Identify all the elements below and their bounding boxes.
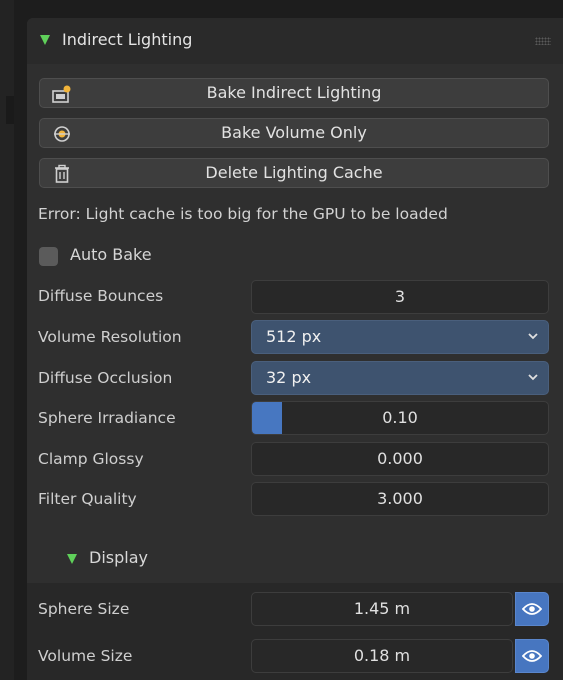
delete-cache-label: Delete Lighting Cache bbox=[205, 163, 383, 182]
clamp-glossy-value: 0.000 bbox=[377, 449, 423, 468]
display-title: Display bbox=[89, 548, 148, 567]
drag-handle-icon[interactable] bbox=[535, 37, 551, 45]
diffuse-occlusion-value: 32 px bbox=[266, 368, 312, 387]
bake-volume-only-button[interactable]: Bake Volume Only bbox=[39, 118, 549, 148]
diffuse-occlusion-label: Diffuse Occlusion bbox=[38, 369, 173, 387]
bake-indirect-lighting-button[interactable]: Bake Indirect Lighting bbox=[39, 78, 549, 108]
volume-size-field[interactable]: 0.18 m bbox=[251, 639, 513, 673]
bake-volume-label: Bake Volume Only bbox=[221, 123, 367, 142]
left-edge-strip bbox=[0, 0, 14, 680]
volume-size-visibility-toggle[interactable] bbox=[515, 639, 549, 673]
eye-icon bbox=[522, 603, 542, 615]
panel-header[interactable]: Indirect Lighting bbox=[27, 18, 563, 64]
volume-resolution-select[interactable]: 512 px bbox=[251, 320, 549, 354]
sphere-irradiance-slider[interactable]: 0.10 bbox=[251, 401, 549, 435]
diffuse-bounces-value: 3 bbox=[394, 287, 406, 306]
trash-icon bbox=[55, 164, 69, 183]
triangle-down-icon[interactable] bbox=[39, 34, 51, 46]
bake-light-icon bbox=[52, 85, 71, 103]
sphere-size-value: 1.45 m bbox=[353, 599, 411, 618]
sphere-irradiance-label: Sphere Irradiance bbox=[38, 409, 176, 427]
auto-bake-checkbox[interactable] bbox=[39, 247, 58, 266]
sphere-irradiance-value: 0.10 bbox=[382, 408, 418, 427]
clamp-glossy-label: Clamp Glossy bbox=[38, 450, 144, 468]
clamp-glossy-field[interactable]: 0.000 bbox=[251, 442, 549, 476]
diffuse-occlusion-select[interactable]: 32 px bbox=[251, 361, 549, 395]
display-subpanel-header[interactable]: Display bbox=[27, 533, 563, 583]
eye-icon bbox=[522, 650, 542, 662]
sphere-size-label: Sphere Size bbox=[38, 600, 130, 618]
diffuse-bounces-field[interactable]: 3 bbox=[251, 280, 549, 314]
filter-quality-field[interactable]: 3.000 bbox=[251, 482, 549, 516]
chevron-down-icon bbox=[528, 374, 538, 381]
display-subpanel-body: Sphere Size 1.45 m Volume Size 0.18 m bbox=[27, 583, 563, 680]
volume-resolution-label: Volume Resolution bbox=[38, 328, 182, 346]
auto-bake-label[interactable]: Auto Bake bbox=[70, 245, 152, 264]
edge-notch bbox=[6, 96, 14, 124]
indirect-lighting-panel: Indirect Lighting Bake Indirect Lighting… bbox=[27, 18, 563, 680]
filter-quality-label: Filter Quality bbox=[38, 490, 137, 508]
delete-lighting-cache-button[interactable]: Delete Lighting Cache bbox=[39, 158, 549, 188]
chevron-down-icon bbox=[528, 333, 538, 340]
volume-size-label: Volume Size bbox=[38, 647, 133, 665]
slider-fill bbox=[252, 402, 282, 434]
filter-quality-value: 3.000 bbox=[377, 489, 423, 508]
panel-title: Indirect Lighting bbox=[62, 30, 193, 49]
light-probe-icon bbox=[54, 126, 70, 142]
triangle-down-icon[interactable] bbox=[66, 553, 78, 565]
volume-resolution-value: 512 px bbox=[266, 327, 322, 346]
error-message: Error: Light cache is too big for the GP… bbox=[38, 205, 448, 223]
volume-size-value: 0.18 m bbox=[353, 646, 411, 665]
diffuse-bounces-label: Diffuse Bounces bbox=[38, 287, 164, 305]
sphere-size-visibility-toggle[interactable] bbox=[515, 592, 549, 626]
bake-indirect-label: Bake Indirect Lighting bbox=[206, 83, 382, 102]
sphere-size-field[interactable]: 1.45 m bbox=[251, 592, 513, 626]
